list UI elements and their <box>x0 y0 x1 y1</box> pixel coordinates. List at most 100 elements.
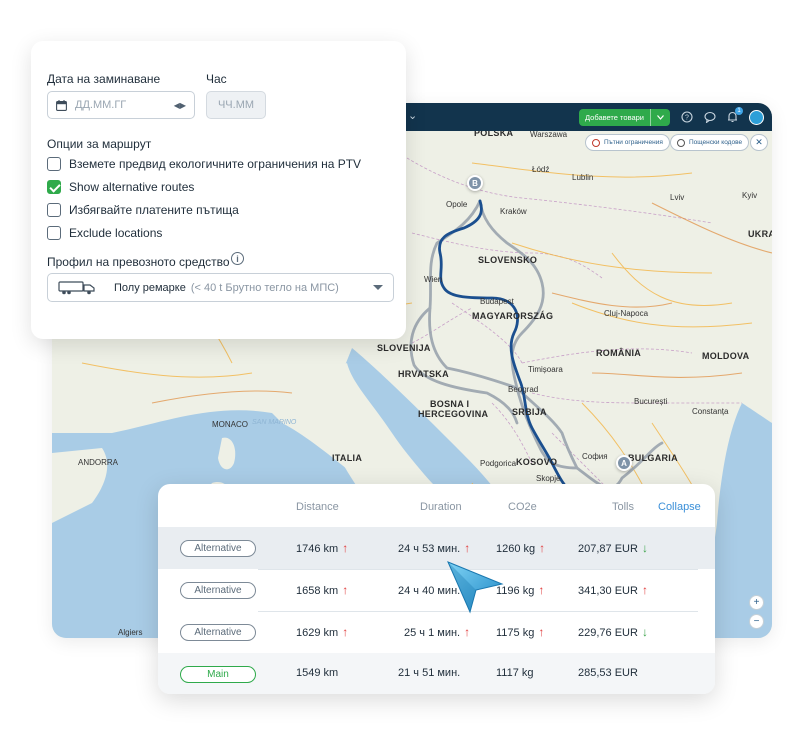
zoom-in-button[interactable]: + <box>749 595 764 610</box>
co2e-cell: 1260 kg ↑ <box>496 541 545 555</box>
map-label-ukraine: UKRA <box>748 229 772 239</box>
notification-badge: 1 <box>735 106 743 115</box>
eco-restrictions-checkbox-row[interactable]: Вземете предвид екологичните ограничения… <box>47 157 361 171</box>
distance-header: Distance <box>296 501 339 513</box>
map-label-bosna: BOSNA I <box>430 399 470 409</box>
map-label-constanta: Constanța <box>692 407 729 416</box>
increase-arrow-icon: ↑ <box>464 625 471 639</box>
vehicle-profile-label: Профил на превозното средство <box>47 255 230 269</box>
exclude-locations-checkbox-row[interactable]: Exclude locations <box>47 226 162 240</box>
eco-restrictions-checkbox[interactable] <box>47 157 61 171</box>
add-goods-button[interactable]: Добавете товари <box>578 108 670 126</box>
chevron-down-icon[interactable] <box>657 114 664 120</box>
add-goods-label: Добавете товари <box>584 112 644 122</box>
increase-arrow-icon: ↑ <box>342 541 349 555</box>
map-label-slovensko: SLOVENSKO <box>478 255 538 265</box>
map-label-beograd: Beograd <box>508 385 539 394</box>
map-label-sofia: София <box>582 452 608 461</box>
avoid-tolls-label: Избягвайте платените пътища <box>69 203 239 217</box>
increase-arrow-icon: ↑ <box>539 541 546 555</box>
distance-cell: 1549 km <box>296 667 339 679</box>
map-label-kyiv: Kyiv <box>742 191 758 200</box>
route-end-marker[interactable]: B <box>467 175 483 191</box>
route-start-marker[interactable]: A <box>616 455 632 471</box>
map-label-warszawa: Warszawa <box>530 130 568 139</box>
map-label-lublin: Lublin <box>572 173 594 182</box>
help-icon[interactable]: ? <box>680 111 693 124</box>
button-divider <box>650 108 651 126</box>
map-label-slovenija: SLOVENIJA <box>377 343 431 353</box>
map-label-cluj: Cluj-Napoca <box>604 309 649 318</box>
chat-icon[interactable] <box>703 111 716 124</box>
avatar[interactable] <box>749 109 764 125</box>
no-entry-icon <box>592 138 600 147</box>
map-label-podgorica: Podgorica <box>480 459 517 468</box>
distance-cell: 1629 km ↑ <box>296 625 348 639</box>
distance-value: 1746 km <box>296 543 339 555</box>
exclude-locations-checkbox[interactable] <box>47 226 61 240</box>
tolls-value: 229,76 EUR <box>578 627 638 639</box>
departure-date-field[interactable]: ДД.ММ.ГГ ◀▶ <box>47 91 195 119</box>
route-row-main[interactable]: Main 1549 km 21 ч 51 мин. 1117 kg 285,53… <box>158 653 715 694</box>
tolls-cell: 341,30 EUR ↑ <box>578 583 648 597</box>
map-label-monaco: MONACO <box>212 420 248 429</box>
eco-restrictions-label: Вземете предвид екологичните ограничения… <box>69 157 362 171</box>
map-label-lviv: Lviv <box>670 193 685 202</box>
map-label-hrvatska: HRVATSKA <box>398 369 449 379</box>
tolls-value: 207,87 EUR <box>578 543 638 555</box>
stepper-arrows-icon[interactable]: ◀▶ <box>174 101 186 110</box>
avoid-tolls-checkbox[interactable] <box>47 203 61 217</box>
alternative-routes-checkbox-row[interactable]: Show alternative routes <box>47 180 194 194</box>
map-label-moldova: MOLDOVA <box>702 351 750 361</box>
avoid-tolls-checkbox-row[interactable]: Избягвайте платените пътища <box>47 203 239 217</box>
route-type-badge[interactable]: Alternative <box>180 582 256 599</box>
truck-trailer-icon <box>58 280 95 294</box>
map-label-budapest: Budapest <box>480 297 514 306</box>
map-label-lodz: Łódź <box>532 165 550 174</box>
vehicle-profile-select[interactable]: Полу ремарке (< 40 t Брутно тегло на МПС… <box>47 273 394 302</box>
map-label-srbija: SRBIJA <box>512 407 547 417</box>
tolls-header: Tolls <box>612 501 635 513</box>
road-restrictions-chip[interactable]: Пътни ограничения <box>585 134 670 151</box>
map-label-italia: ITALIA <box>332 453 363 463</box>
co2e-cell: 1175 kg ↑ <box>496 625 544 639</box>
map-label-skopje: Skopje <box>536 474 561 483</box>
increase-arrow-icon: ↑ <box>538 625 545 639</box>
tolls-value: 341,30 EUR <box>578 585 638 597</box>
close-icon[interactable]: ✕ <box>750 134 768 151</box>
duration-value: 25 ч 1 мин. <box>404 627 461 639</box>
route-type-badge[interactable]: Main <box>180 666 256 683</box>
time-field[interactable]: ЧЧ.ММ <box>206 91 266 119</box>
increase-arrow-icon: ↑ <box>464 541 471 555</box>
chevron-down-icon[interactable]: ⌄ <box>408 109 417 122</box>
increase-arrow-icon: ↑ <box>342 625 349 639</box>
decrease-arrow-icon: ↓ <box>641 625 648 639</box>
cursor-arrow-icon <box>447 561 504 614</box>
route-row[interactable]: Alternative 1658 km↑ 24 ч 40 мин.↑ 1196 … <box>158 569 715 611</box>
route-options-label: Опции за маршрут <box>47 137 152 151</box>
postcodes-label: Пощенски кодове <box>689 139 743 146</box>
map-label-timisoara: Timișoara <box>528 365 563 374</box>
road-restrictions-label: Пътни ограничения <box>604 139 663 146</box>
co2e-cell: 1117 kg <box>496 667 534 679</box>
route-type-badge[interactable]: Alternative <box>180 624 256 641</box>
vehicle-detail: (< 40 t Брутно тегло на МПС) <box>190 281 339 294</box>
alternative-routes-checkbox[interactable] <box>47 180 61 194</box>
bell-icon[interactable]: 1 <box>726 106 743 124</box>
route-row[interactable]: Alternative 1629 km ↑ 25 ч 1 мин. ↑ 1175 k… <box>158 611 715 653</box>
svg-text:?: ? <box>685 115 689 122</box>
map-label-hercegovina: HERCEGOVINA <box>418 409 489 419</box>
route-row[interactable]: Alternative 1746 km ↑ 24 ч 53 мин. ↑ 1260 … <box>158 527 715 569</box>
exclude-locations-label: Exclude locations <box>69 226 163 240</box>
alternative-routes-label: Show alternative routes <box>69 180 195 194</box>
collapse-link[interactable]: Collapse <box>658 501 701 513</box>
map-label-kosovo: KOSOVO <box>516 457 558 467</box>
route-type-badge[interactable]: Alternative <box>180 540 256 557</box>
increase-arrow-icon: ↑ <box>342 583 349 597</box>
chevron-down-icon[interactable] <box>373 285 383 290</box>
info-icon[interactable]: i <box>231 252 244 265</box>
zoom-out-button[interactable]: − <box>749 614 764 629</box>
map-label-magyarorszag: MAGYARORSZÁG <box>472 311 554 321</box>
map-label-romania: ROMÂNIA <box>596 348 642 358</box>
postcodes-chip[interactable]: Пощенски кодове <box>670 134 750 151</box>
